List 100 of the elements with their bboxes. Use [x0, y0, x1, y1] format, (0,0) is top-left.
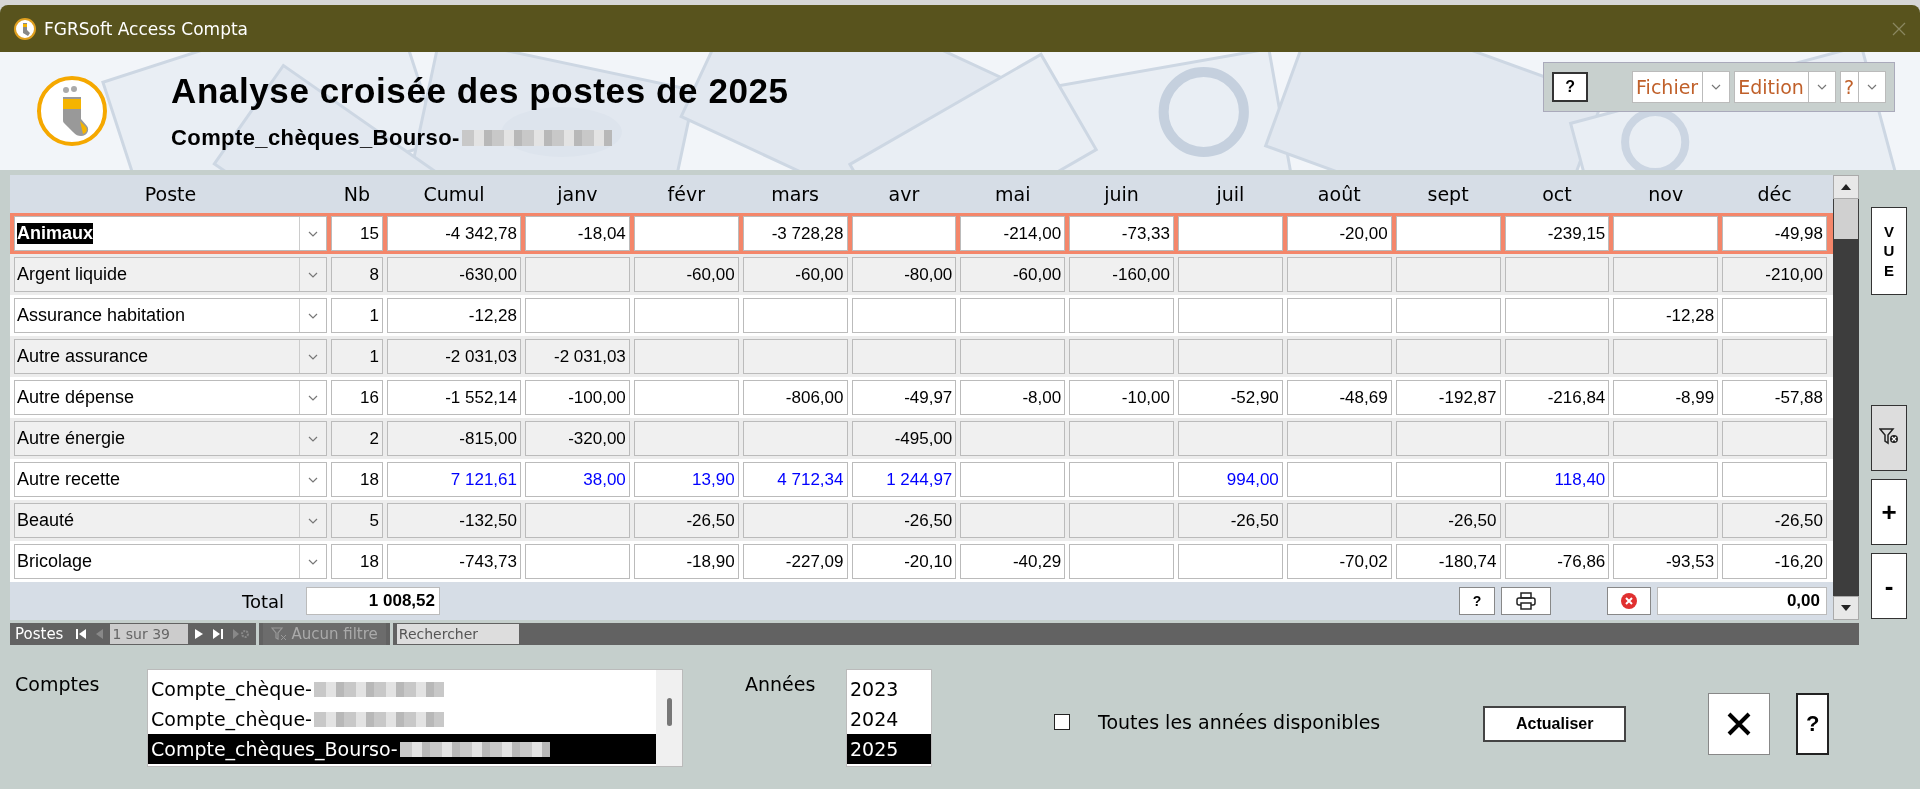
table-row[interactable]: Beauté 5 -132,50 -26,50 -26,50 -26,50 -26,50 -26,50	[10, 500, 1833, 541]
table-cell: -80,00	[851, 257, 957, 292]
zoom-in-button[interactable]: +	[1871, 479, 1907, 545]
column-header: juil	[1215, 183, 1246, 205]
table-cell: -239,15	[1504, 216, 1610, 251]
print-button[interactable]	[1501, 587, 1551, 615]
account-item[interactable]: Compte_chèque-	[148, 674, 656, 704]
year-item[interactable]: 2024	[847, 704, 931, 734]
table-row[interactable]: Autre dépense 16 -1 552,14 -100,00 -806,00 -49,97 -8,00 -10,00 -52,90 -48,69 -192,87 -216,84 -8,99 -57,88	[10, 377, 1833, 418]
refresh-button[interactable]: Actualiser	[1483, 706, 1627, 742]
table-cell: 1 244,97	[851, 462, 957, 497]
chevron-down-icon	[308, 517, 318, 524]
total-label: Total	[240, 590, 285, 612]
table-cell: -18,90	[633, 544, 739, 579]
help-button[interactable]: ?	[1459, 587, 1495, 615]
table-cell: 16	[331, 380, 383, 415]
poste-combobox[interactable]: Animaux	[14, 216, 327, 251]
checkbox[interactable]	[1054, 714, 1070, 730]
view-button[interactable]: VUE	[1871, 207, 1907, 295]
table-cell: -60,00	[633, 257, 739, 292]
year-item[interactable]: 2023	[847, 674, 931, 704]
table-cell: -2 031,03	[387, 339, 521, 374]
account-item[interactable]: Compte_chèques_Bourso-	[148, 734, 656, 764]
table-cell: 1	[331, 298, 383, 333]
table-cell: 15	[331, 216, 383, 251]
table-row[interactable]: Bricolage 18 -743,73 -18,90 -227,09 -20,10 -40,29 -70,02 -180,74 -76,86 -93,53 -16,20	[10, 541, 1833, 582]
table-cell: -16,20	[1722, 544, 1827, 579]
year-item[interactable]: 2025	[847, 734, 931, 764]
table-cell: 38,00	[525, 462, 630, 497]
account-subtitle: Compte_chèques_Bourso-	[171, 125, 460, 151]
account-item[interactable]: Compte_chèque-	[148, 704, 656, 734]
column-header: mai	[994, 183, 1032, 205]
selected-row[interactable]: Animaux 15 -4 342,78 -18,04 -3 728,28 -214,00 -73,33 -20,00 -239,15 -49,98	[10, 213, 1833, 254]
search-field[interactable]: Rechercher	[396, 624, 519, 644]
vertical-scrollbar[interactable]	[1833, 175, 1859, 620]
poste-combobox[interactable]: Beauté	[14, 503, 327, 538]
clear-button[interactable]	[1607, 587, 1651, 615]
years-listbox[interactable]: 2023 2024 2025	[846, 669, 932, 767]
zoom-out-button[interactable]: -	[1871, 553, 1907, 619]
table-row[interactable]: Assurance habitation 1 -12,28 -12,28	[10, 295, 1833, 336]
table-row[interactable]: Autre recette 18 7 121,61 38,00 13,90 4 712,34 1 244,97 994,00 118,40	[10, 459, 1833, 500]
table-cell: -60,00	[960, 257, 1066, 292]
menu-dropdown[interactable]: ?	[1839, 71, 1886, 103]
total-field: 1 008,52	[306, 587, 440, 615]
table-cell: -2 031,03	[525, 339, 630, 374]
table-cell: 7 121,61	[387, 462, 521, 497]
chevron-down-icon	[308, 394, 318, 401]
table-cell: 13,90	[633, 462, 739, 497]
table-cell: -743,73	[387, 544, 521, 579]
poste-combobox[interactable]: Bricolage	[14, 544, 327, 579]
column-header: Nb	[342, 183, 372, 205]
poste-combobox[interactable]: Argent liquide	[14, 257, 327, 292]
column-header: Cumul	[422, 183, 486, 205]
menu-dropdown[interactable]: Fichier	[1632, 71, 1731, 103]
table-row[interactable]: Autre énergie 2 -815,00 -320,00 -495,00	[10, 418, 1833, 459]
table-cell: -93,53	[1613, 544, 1719, 579]
scroll-thumb[interactable]	[1834, 199, 1858, 239]
sum-field: 0,00	[1657, 587, 1827, 615]
years-label: Années	[745, 673, 817, 695]
scroll-down-icon[interactable]	[1841, 605, 1851, 611]
printer-icon	[1516, 592, 1536, 610]
table-cell: -192,87	[1395, 380, 1501, 415]
column-header: août	[1316, 183, 1362, 205]
column-header: Poste	[143, 183, 198, 205]
table-cell: -210,00	[1722, 257, 1827, 292]
poste-combobox[interactable]: Autre dépense	[14, 380, 327, 415]
table-cell: -18,04	[525, 216, 630, 251]
table-row[interactable]: Autre assurance 1 -2 031,03 -2 031,03	[10, 336, 1833, 377]
table-cell: -227,09	[742, 544, 848, 579]
scroll-thumb[interactable]	[666, 698, 672, 726]
column-header: janv	[556, 183, 599, 205]
table-cell: -806,00	[742, 380, 848, 415]
accounts-listbox[interactable]: Compte_chèque- Compte_chèque- Compte_chèques_Bourso-	[147, 669, 683, 767]
table-row[interactable]: Argent liquide 8 -630,00 -60,00 -60,00 -80,00 -60,00 -160,00 -210,00	[10, 254, 1833, 295]
table-cell: -60,00	[742, 257, 848, 292]
record-position-field[interactable]: 1 sur 39	[110, 624, 189, 644]
help-button[interactable]: ?	[1552, 72, 1589, 102]
chevron-down-icon	[308, 312, 318, 319]
poste-combobox[interactable]: Autre recette	[14, 462, 327, 497]
table-cell: 118,40	[1504, 462, 1610, 497]
poste-combobox[interactable]: Autre assurance	[14, 339, 327, 374]
table-cell: 994,00	[1178, 462, 1283, 497]
chevron-down-icon	[308, 435, 318, 442]
previous-icon	[96, 629, 104, 639]
poste-combobox[interactable]: Autre énergie	[14, 421, 327, 456]
window-title: FGRSoft Access Compta	[44, 18, 250, 39]
table-cell: -26,50	[851, 503, 957, 538]
scroll-up-icon[interactable]	[1841, 184, 1851, 190]
clear-filter-button[interactable]	[1871, 405, 1907, 471]
poste-combobox[interactable]: Assurance habitation	[14, 298, 327, 333]
table-cell: -815,00	[387, 421, 521, 456]
close-button[interactable]	[1708, 693, 1771, 755]
help-button[interactable]: ?	[1796, 693, 1830, 755]
column-header: févr	[666, 183, 706, 205]
column-header: déc	[1756, 183, 1793, 205]
table-cell: -160,00	[1069, 257, 1174, 292]
menu-dropdown[interactable]: Edition	[1734, 71, 1836, 103]
table-cell: 1	[331, 339, 383, 374]
table-cell: -1 552,14	[387, 380, 521, 415]
table-cell: -70,02	[1286, 544, 1392, 579]
